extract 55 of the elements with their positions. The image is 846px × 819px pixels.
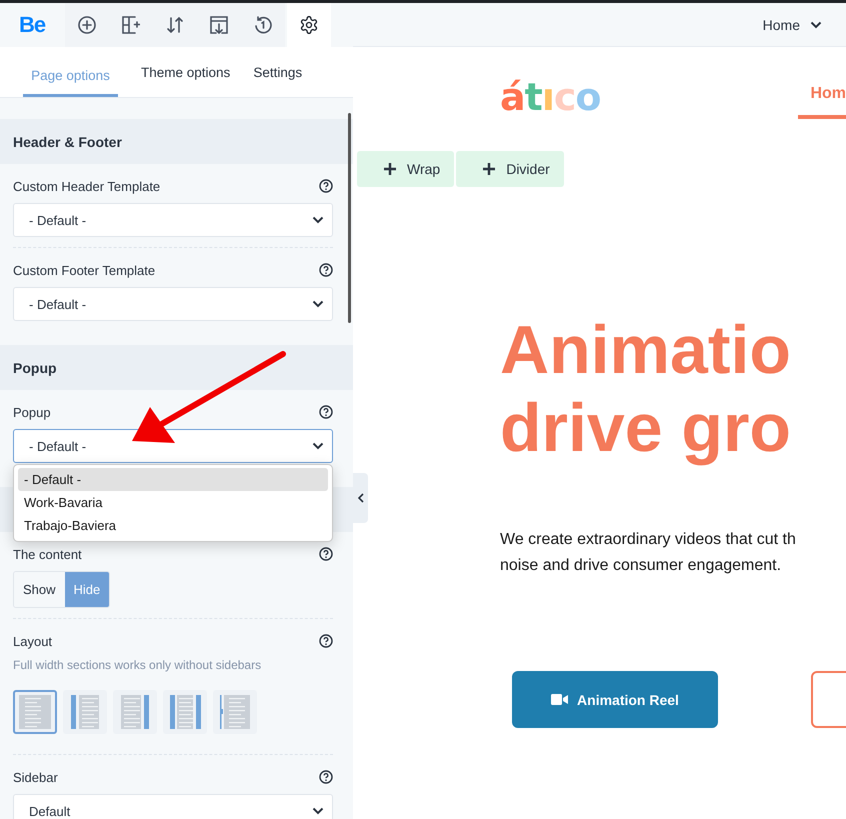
add-element-button[interactable]: Wrap — [357, 151, 454, 187]
field-label: Popup — [13, 404, 51, 420]
settings-icon — [299, 15, 320, 35]
dropdown-option[interactable]: Work-Bavaria — [18, 491, 328, 514]
toolbar-button[interactable] — [65, 3, 110, 47]
dropdown-option[interactable]: Trabajo-Baviera — [18, 514, 328, 537]
sort-arrows-icon — [166, 16, 184, 34]
app-logo: Be — [19, 12, 46, 38]
plus-icon — [383, 162, 397, 176]
field-label: Layout — [13, 634, 52, 648]
plus-icon — [482, 162, 496, 176]
field-label: The content — [13, 546, 82, 562]
layout-add-icon — [122, 16, 140, 34]
tab[interactable]: Settings — [253, 65, 302, 97]
chevron-down-icon — [810, 20, 822, 28]
section-header: Popup — [0, 345, 353, 390]
toolbar-button[interactable] — [241, 3, 286, 47]
hero-text: We create extraordinary videos that cut th noise and drive consumer engagement. — [500, 530, 797, 576]
help-icon[interactable] — [319, 405, 333, 419]
help-icon[interactable] — [319, 547, 333, 561]
help-icon[interactable] — [319, 179, 333, 193]
layout-offcanvas-icon — [217, 694, 253, 730]
select-field[interactable]: - Default - — [13, 429, 333, 463]
video-camera-icon — [551, 694, 568, 705]
layout-full-width-icon — [17, 694, 53, 730]
add-element-button[interactable]: Divider — [456, 151, 564, 187]
animation-reel-button[interactable]: Animation Reel — [512, 671, 718, 728]
tab[interactable]: Theme options — [141, 65, 230, 97]
help-icon[interactable] — [319, 263, 333, 277]
chevron-down-icon — [312, 807, 324, 815]
chevron-left-icon — [358, 493, 364, 503]
toolbar-button[interactable] — [287, 3, 332, 47]
select-field[interactable]: - Default - — [13, 203, 333, 237]
field-label: Custom Header Template — [13, 178, 160, 194]
add-circle-icon — [78, 16, 96, 34]
select-field[interactable]: - Default - — [13, 287, 333, 321]
site-logo: átıco — [500, 75, 600, 119]
help-icon[interactable] — [319, 770, 333, 784]
dropdown-option[interactable]: - Default - — [18, 468, 328, 491]
hero-heading: Animatio drive gro — [500, 311, 792, 467]
help-icon[interactable] — [319, 634, 333, 648]
hint-text: Full width sections works only without sidebars — [13, 658, 262, 672]
chevron-down-icon — [312, 216, 324, 224]
layout-both-sidebars-icon — [167, 694, 203, 730]
chevron-down-icon — [312, 442, 324, 450]
chevron-down-icon — [312, 300, 324, 308]
download-box-icon — [210, 16, 228, 34]
collapse-handle[interactable] — [353, 473, 368, 523]
history-icon — [254, 16, 272, 34]
field-label: Sidebar — [13, 770, 58, 784]
select-field[interactable]: Default — [13, 794, 333, 819]
page-menu[interactable]: Home — [762, 16, 822, 32]
scrollbar[interactable] — [348, 113, 351, 323]
field-label: Custom Footer Template — [13, 262, 156, 278]
section-header: Header & Footer — [0, 119, 353, 164]
